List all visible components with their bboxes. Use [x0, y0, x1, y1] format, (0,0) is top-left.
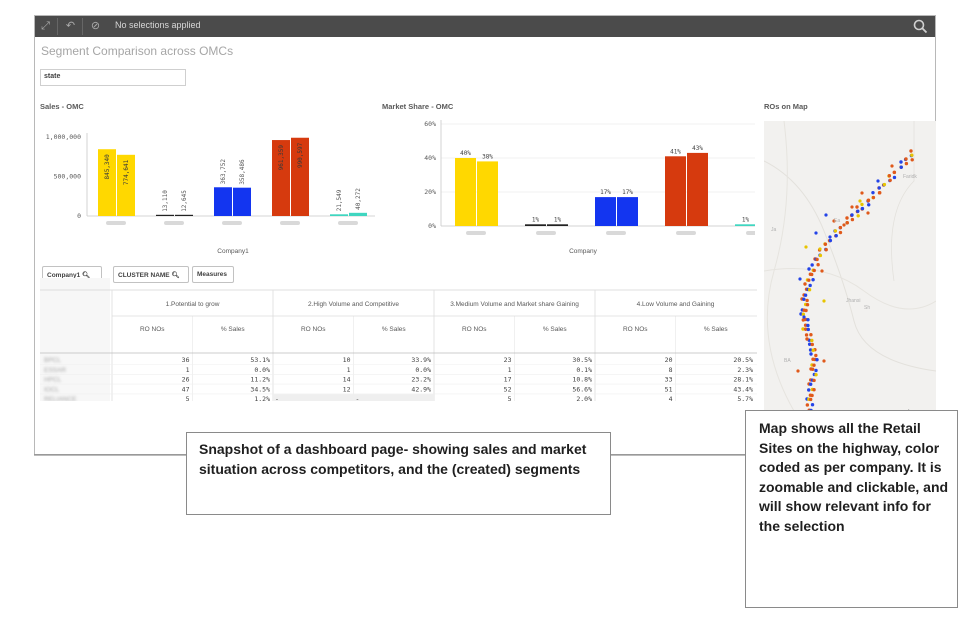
dashboard-callout: Snapshot of a dashboard page- showing sa…: [186, 432, 611, 515]
map-callout: Map shows all the Retail Sites on the hi…: [745, 410, 958, 608]
